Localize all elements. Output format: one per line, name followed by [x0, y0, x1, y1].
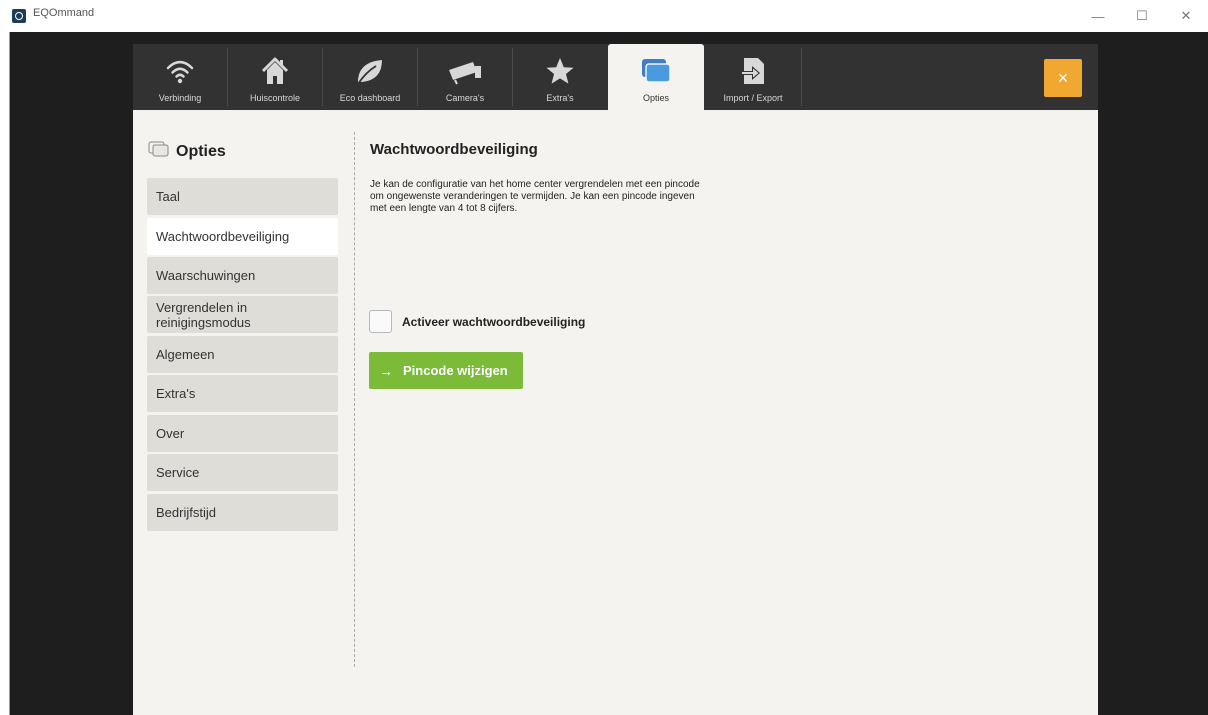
wifi-icon: [165, 56, 195, 91]
sidebar-item-service[interactable]: Service: [147, 454, 338, 491]
tab-label: Opties: [642, 93, 669, 103]
import-export-icon: [738, 56, 768, 91]
activate-password-label[interactable]: Activeer wachtwoordbeveiliging: [402, 315, 585, 329]
tab-label: Eco dashboard: [339, 93, 401, 103]
close-window-button[interactable]: ✕: [1164, 0, 1208, 32]
activate-password-checkbox[interactable]: [369, 310, 392, 333]
arrow-right-icon: →: [379, 362, 393, 379]
window-title: EQOmmand: [33, 7, 95, 19]
change-pin-label: Pincode wijzigen: [403, 363, 508, 378]
sidebar-item-wachtwoordbeveiliging[interactable]: Wachtwoordbeveiliging: [147, 218, 338, 255]
tab-label: Camera's: [445, 93, 485, 103]
tab-cameras[interactable]: Camera's: [418, 44, 512, 110]
leaf-icon: [354, 56, 386, 91]
sidebar-item-waarschuwingen[interactable]: Waarschuwingen: [147, 257, 338, 294]
minimize-button[interactable]: —: [1076, 0, 1120, 32]
app-logo-icon: [12, 9, 26, 23]
camera-icon: [447, 56, 483, 91]
window-controls: — ☐ ✕: [1076, 0, 1208, 32]
top-navbar: Verbinding Huiscontrole Eco dashboard Ca…: [133, 44, 1098, 110]
tab-opties[interactable]: Opties: [608, 44, 704, 110]
change-pin-button[interactable]: → Pincode wijzigen: [369, 352, 523, 389]
star-icon: [545, 56, 575, 91]
tab-label: Huiscontrole: [249, 93, 301, 103]
tab-label: Extra's: [546, 93, 574, 103]
maximize-button[interactable]: ☐: [1120, 0, 1164, 32]
options-icon: [640, 56, 672, 91]
window-titlebar: EQOmmand — ☐ ✕: [0, 0, 1208, 32]
tab-label: Verbinding: [158, 93, 202, 103]
section-divider: [354, 132, 355, 667]
sidebar-item-vergrendelen[interactable]: Vergrendelen in reinigingsmodus: [147, 296, 338, 333]
house-icon: [260, 56, 290, 91]
close-button[interactable]: ×: [1044, 59, 1082, 97]
tab-extras[interactable]: Extra's: [513, 44, 607, 110]
sidebar-item-extras[interactable]: Extra's: [147, 375, 338, 412]
tab-huiscontrole[interactable]: Huiscontrole: [228, 44, 322, 110]
sidebar-item-algemeen[interactable]: Algemeen: [147, 336, 338, 373]
sidebar-item-over[interactable]: Over: [147, 415, 338, 452]
page-description: Je kan de configuratie van het home cent…: [370, 179, 700, 214]
tab-verbinding[interactable]: Verbinding: [133, 44, 227, 110]
tab-import-export[interactable]: Import / Export: [705, 44, 801, 110]
sidebar-title-label: Opties: [176, 142, 226, 160]
options-icon: [148, 141, 176, 162]
main-window: Verbinding Huiscontrole Eco dashboard Ca…: [133, 44, 1098, 715]
sidebar-item-bedrijfstijd[interactable]: Bedrijfstijd: [147, 494, 338, 531]
sidebar-item-taal[interactable]: Taal: [147, 178, 338, 215]
tab-label: Import / Export: [723, 93, 783, 103]
page-title: Wachtwoordbeveiliging: [370, 141, 538, 158]
sidebar-title: Opties: [148, 141, 226, 162]
tab-eco-dashboard[interactable]: Eco dashboard: [323, 44, 417, 110]
